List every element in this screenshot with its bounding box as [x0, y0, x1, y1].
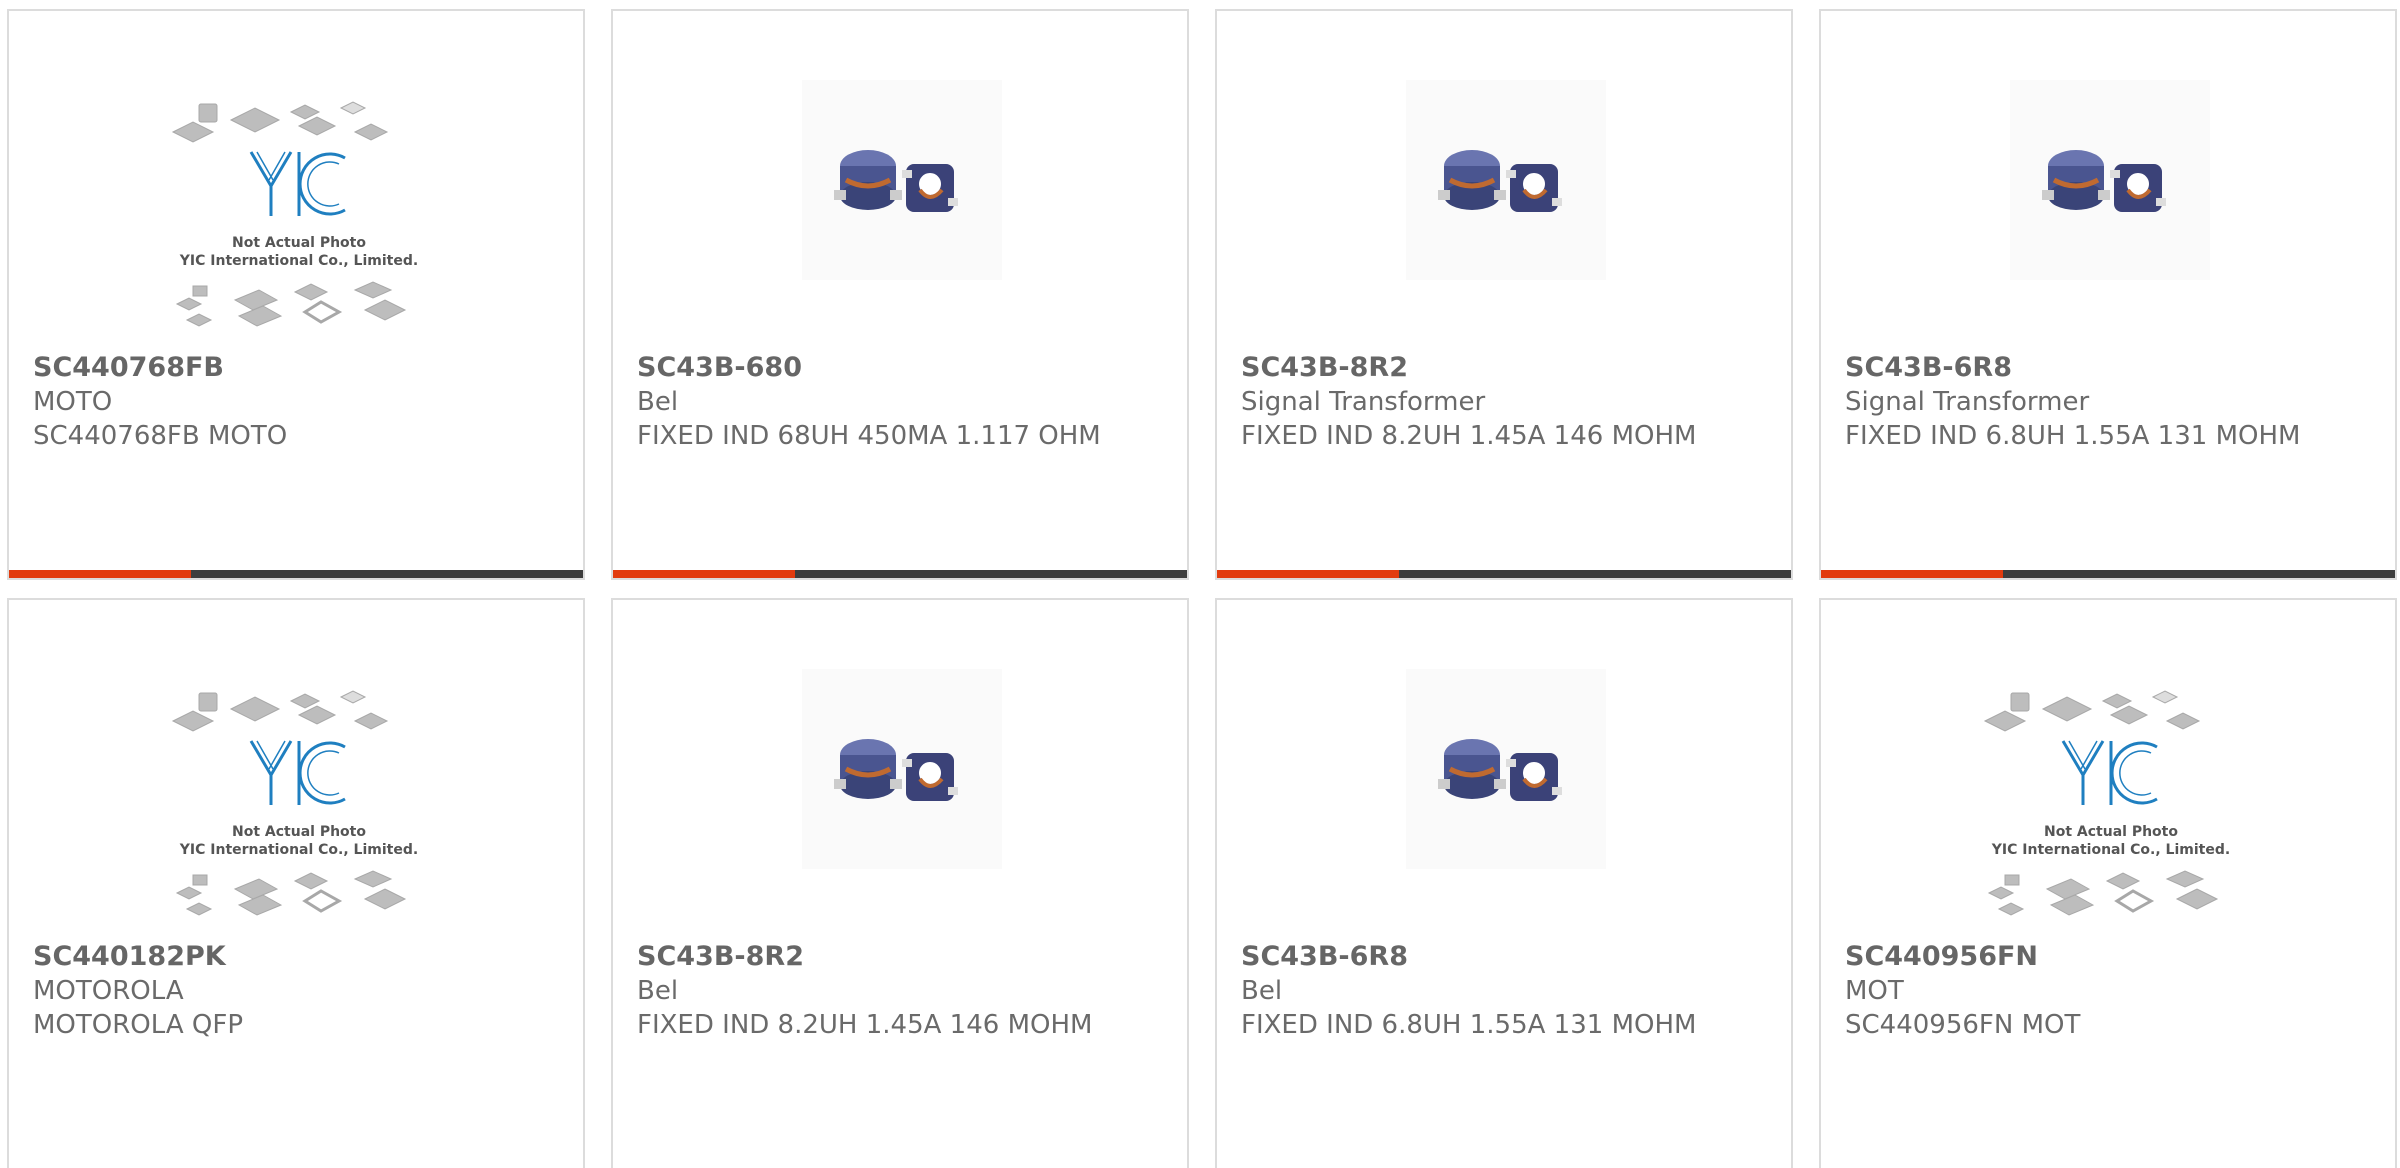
part-number[interactable]: SC440182PK: [33, 941, 226, 972]
inductor-icon: [1438, 150, 1562, 212]
description: SC440768FB MOTO: [33, 421, 288, 451]
manufacturer: Signal Transformer: [1845, 387, 2090, 417]
placeholder-line2: YIC International Co., Limited.: [179, 842, 418, 858]
description: FIXED IND 6.8UH 1.55A 131 MOHM: [1241, 1010, 1697, 1040]
card-accent: [9, 570, 191, 578]
description: MOTOROLA QFP: [33, 1010, 244, 1040]
part-number[interactable]: SC43B-6R8: [1241, 941, 1408, 972]
manufacturer: MOT: [1845, 976, 1904, 1006]
part-number[interactable]: SC440768FB: [33, 352, 224, 383]
part-number[interactable]: SC43B-6R8: [1845, 352, 2012, 383]
product-card[interactable]: SC43B-8R2 Bel FIXED IND 8.2UH 1.45A 146 …: [611, 598, 1189, 1168]
placeholder-line1: Not Actual Photo: [232, 235, 366, 251]
description: FIXED IND 8.2UH 1.45A 146 MOHM: [1241, 421, 1697, 451]
product-card[interactable]: Not Actual Photo YIC International Co., …: [1819, 598, 2397, 1168]
product-card[interactable]: Not Actual Photo YIC International Co., …: [7, 9, 585, 580]
product-image[interactable]: [613, 600, 1187, 940]
product-info: SC43B-680 Bel FIXED IND 68UH 450MA 1.117…: [637, 351, 1171, 453]
card-accent: [613, 570, 795, 578]
product-image[interactable]: [1217, 600, 1791, 940]
placeholder-line1: Not Actual Photo: [232, 824, 366, 840]
product-image[interactable]: [1821, 11, 2395, 351]
placeholder-line1: Not Actual Photo: [2044, 824, 2178, 840]
placeholder-line2: YIC International Co., Limited.: [1991, 842, 2230, 858]
product-card[interactable]: SC43B-6R8 Bel FIXED IND 6.8UH 1.55A 131 …: [1215, 598, 1793, 1168]
product-card[interactable]: Not Actual Photo YIC International Co., …: [7, 598, 585, 1168]
inductor-icon: [2042, 150, 2166, 212]
yic-placeholder-icon: Not Actual Photo YIC International Co., …: [171, 690, 418, 916]
description: FIXED IND 6.8UH 1.55A 131 MOHM: [1845, 421, 2301, 451]
manufacturer: MOTO: [33, 387, 113, 417]
inductor-icon: [1438, 739, 1562, 801]
product-info: SC43B-6R8 Signal Transformer FIXED IND 6…: [1845, 351, 2379, 453]
card-bottom-bar: [1821, 570, 2395, 578]
product-card[interactable]: SC43B-6R8 Signal Transformer FIXED IND 6…: [1819, 9, 2397, 580]
manufacturer: Bel: [637, 387, 679, 417]
card-accent: [1821, 570, 2003, 578]
manufacturer: MOTOROLA: [33, 976, 184, 1006]
inductor-icon: [834, 739, 958, 801]
card-bottom-bar: [613, 570, 1187, 578]
manufacturer: Bel: [637, 976, 679, 1006]
manufacturer: Bel: [1241, 976, 1283, 1006]
photo-frame: [1406, 669, 1606, 869]
yic-placeholder-icon: Not Actual Photo YIC International Co., …: [171, 101, 418, 327]
description: SC440956FN MOT: [1845, 1010, 2081, 1040]
product-image[interactable]: [613, 11, 1187, 351]
photo-frame: [2010, 80, 2210, 280]
part-number[interactable]: SC440956FN: [1845, 941, 2038, 972]
product-info: SC440182PK MOTOROLA MOTOROLA QFP: [33, 940, 567, 1042]
card-accent: [1217, 570, 1399, 578]
placeholder-line2: YIC International Co., Limited.: [179, 253, 418, 269]
product-info: SC43B-6R8 Bel FIXED IND 6.8UH 1.55A 131 …: [1241, 940, 1775, 1042]
product-info: SC440956FN MOT SC440956FN MOT: [1845, 940, 2379, 1042]
product-info: SC440768FB MOTO SC440768FB MOTO: [33, 351, 567, 453]
inductor-icon: [834, 150, 958, 212]
product-card[interactable]: SC43B-8R2 Signal Transformer FIXED IND 8…: [1215, 9, 1793, 580]
product-image[interactable]: Not Actual Photo YIC International Co., …: [1821, 600, 2395, 940]
card-bottom-bar: [9, 570, 583, 578]
photo-frame: [802, 80, 1002, 280]
yic-placeholder-icon: Not Actual Photo YIC International Co., …: [1983, 690, 2230, 916]
part-number[interactable]: SC43B-8R2: [1241, 352, 1408, 383]
photo-frame: [802, 669, 1002, 869]
product-info: SC43B-8R2 Bel FIXED IND 8.2UH 1.45A 146 …: [637, 940, 1171, 1042]
manufacturer: Signal Transformer: [1241, 387, 1486, 417]
part-number[interactable]: SC43B-680: [637, 352, 802, 383]
part-number[interactable]: SC43B-8R2: [637, 941, 804, 972]
card-bottom-bar: [1217, 570, 1791, 578]
description: FIXED IND 8.2UH 1.45A 146 MOHM: [637, 1010, 1093, 1040]
product-image[interactable]: Not Actual Photo YIC International Co., …: [9, 600, 583, 940]
description: FIXED IND 68UH 450MA 1.117 OHM: [637, 421, 1101, 451]
photo-frame: [1406, 80, 1606, 280]
product-image[interactable]: [1217, 11, 1791, 351]
product-info: SC43B-8R2 Signal Transformer FIXED IND 8…: [1241, 351, 1775, 453]
product-card[interactable]: SC43B-680 Bel FIXED IND 68UH 450MA 1.117…: [611, 9, 1189, 580]
product-image[interactable]: Not Actual Photo YIC International Co., …: [9, 11, 583, 351]
